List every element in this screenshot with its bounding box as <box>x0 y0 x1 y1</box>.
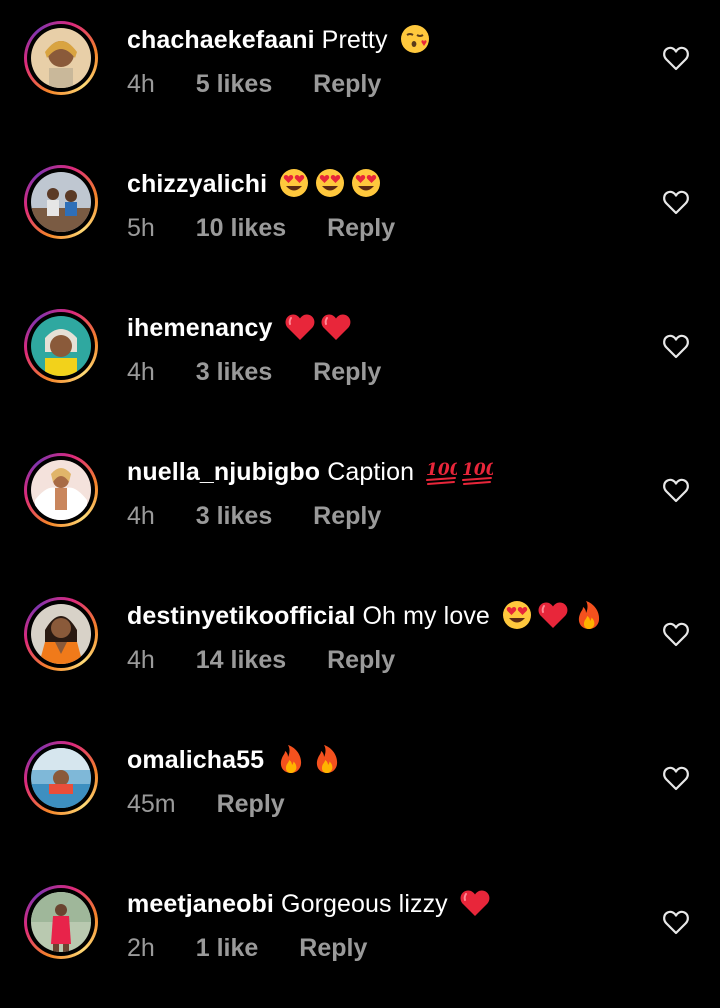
avatar <box>31 604 91 664</box>
comment-meta: 45m Reply <box>127 787 285 821</box>
fire-emoji <box>281 745 302 773</box>
comment-meta: 4h 3 likes Reply <box>127 355 381 389</box>
comment-line: meetjaneobi Gorgeous lizzy <box>127 887 491 921</box>
like-heart-icon[interactable] <box>662 621 690 647</box>
red-heart-emoji <box>321 314 350 340</box>
avatar-gap <box>27 600 95 668</box>
likes-count[interactable]: 14 likes <box>196 643 286 677</box>
avatar-story-ring[interactable] <box>24 453 98 527</box>
comment-item: chachaekefaani Pretty 4h 5 likes Reply <box>0 0 720 144</box>
fire-emoji <box>578 601 600 629</box>
reply-button[interactable]: Reply <box>313 499 381 533</box>
avatar-story-ring[interactable] <box>24 741 98 815</box>
red-heart-emoji <box>460 890 490 916</box>
like-heart-icon[interactable] <box>662 189 690 215</box>
avatar-gap <box>27 744 95 812</box>
svg-text:100: 100 <box>462 460 493 480</box>
comment-item: ihemenancy 4h 3 likes Reply <box>0 288 720 432</box>
likes-count[interactable]: 10 likes <box>196 211 286 245</box>
comment-time: 45m <box>127 790 176 818</box>
red-heart-emoji <box>285 314 314 340</box>
svg-text:100: 100 <box>426 460 457 480</box>
comment-item: meetjaneobi Gorgeous lizzy 2h 1 like Rep… <box>0 864 720 1008</box>
avatar <box>31 316 91 376</box>
likes-count[interactable]: 1 like <box>196 931 259 965</box>
comment-item: nuella_njubigbo Caption 100 100 4h 3 lik… <box>0 432 720 576</box>
heart-eyes-emoji <box>352 169 381 197</box>
avatar <box>31 172 91 232</box>
avatar-gap <box>27 456 95 524</box>
comment-meta: 4h 3 likes Reply <box>127 499 381 533</box>
avatar-story-ring[interactable] <box>24 885 98 959</box>
reply-button[interactable]: Reply <box>313 67 381 101</box>
username[interactable]: chachaekefaani <box>127 26 315 54</box>
comment-line: chizzyalichi <box>127 167 382 201</box>
avatar-gap <box>27 312 95 380</box>
avatar <box>31 28 91 88</box>
comment-line: ihemenancy <box>127 311 352 345</box>
comment-meta: 4h 5 likes Reply <box>127 67 381 101</box>
comment-meta: 2h 1 like Reply <box>127 931 367 965</box>
like-heart-icon[interactable] <box>662 765 690 791</box>
kissing-face-emoji <box>400 25 429 53</box>
comment-time: 4h <box>127 502 155 530</box>
hundred-points-emoji: 100 <box>462 460 493 485</box>
comment-line: nuella_njubigbo Caption 100 100 <box>127 455 493 489</box>
comment-text: Caption <box>327 458 415 486</box>
likes-count[interactable]: 3 likes <box>196 355 272 389</box>
username[interactable]: chizzyalichi <box>127 170 267 198</box>
hundred-points-emoji: 100 <box>426 460 457 485</box>
comment-line: chachaekefaani Pretty <box>127 23 431 57</box>
red-heart-emoji <box>538 602 568 628</box>
comment-meta: 4h 14 likes Reply <box>127 643 395 677</box>
likes-count[interactable]: 3 likes <box>196 499 272 533</box>
fire-emoji <box>317 745 338 773</box>
username[interactable]: destinyetikoofficial <box>127 602 355 630</box>
comment-meta: 5h 10 likes Reply <box>127 211 395 245</box>
like-heart-icon[interactable] <box>662 477 690 503</box>
avatar-gap <box>27 888 95 956</box>
heart-eyes-emoji <box>280 169 309 197</box>
username[interactable]: nuella_njubigbo <box>127 458 320 486</box>
comment-time: 4h <box>127 70 155 98</box>
comment-time: 4h <box>127 646 155 674</box>
comment-item: chizzyalichi 5h 10 likes Reply <box>0 144 720 288</box>
comment-item: destinyetikoofficial Oh my love 4h 14 li… <box>0 576 720 720</box>
reply-button[interactable]: Reply <box>327 211 395 245</box>
avatar-story-ring[interactable] <box>24 309 98 383</box>
avatar-story-ring[interactable] <box>24 21 98 95</box>
like-heart-icon[interactable] <box>662 909 690 935</box>
reply-button[interactable]: Reply <box>327 643 395 677</box>
avatar <box>31 892 91 952</box>
comment-time: 2h <box>127 934 155 962</box>
comment-item: omalicha55 45m Reply <box>0 720 720 864</box>
comment-line: destinyetikoofficial Oh my love <box>127 599 605 633</box>
username[interactable]: omalicha55 <box>127 746 264 774</box>
heart-eyes-emoji <box>316 169 345 197</box>
avatar <box>31 460 91 520</box>
reply-button[interactable]: Reply <box>299 931 367 965</box>
comment-time: 4h <box>127 358 155 386</box>
username[interactable]: ihemenancy <box>127 314 273 342</box>
avatar-story-ring[interactable] <box>24 597 98 671</box>
avatar-gap <box>27 24 95 92</box>
like-heart-icon[interactable] <box>662 333 690 359</box>
avatar <box>31 748 91 808</box>
reply-button[interactable]: Reply <box>313 355 381 389</box>
comment-text: Oh my love <box>362 602 490 630</box>
avatar-gap <box>27 168 95 236</box>
comment-line: omalicha55 <box>127 743 343 777</box>
heart-eyes-emoji <box>502 601 531 629</box>
like-heart-icon[interactable] <box>662 45 690 71</box>
username[interactable]: meetjaneobi <box>127 890 274 918</box>
avatar-story-ring[interactable] <box>24 165 98 239</box>
reply-button[interactable]: Reply <box>217 787 285 821</box>
comment-time: 5h <box>127 214 155 242</box>
likes-count[interactable]: 5 likes <box>196 67 272 101</box>
comment-text: Gorgeous lizzy <box>281 890 448 918</box>
comment-text: Pretty <box>321 26 388 54</box>
